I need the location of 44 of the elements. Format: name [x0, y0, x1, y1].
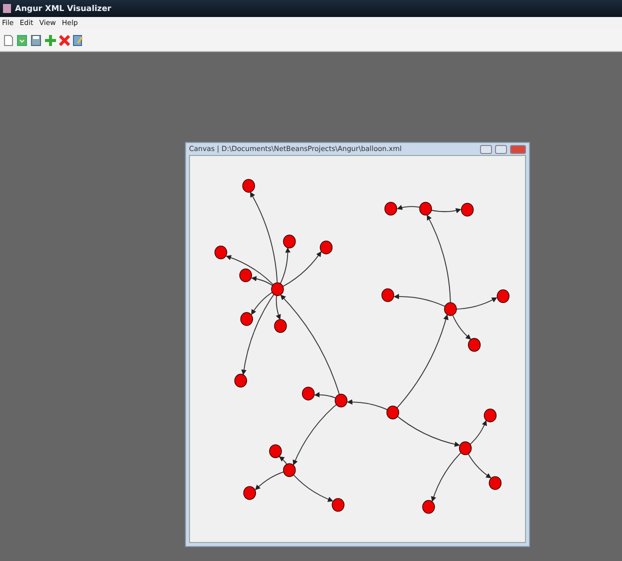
graph-node[interactable]	[243, 486, 256, 500]
graph-node[interactable]	[214, 246, 228, 260]
graph-node[interactable]	[271, 282, 284, 296]
toolbar-button[interactable]	[30, 33, 42, 47]
graph-node[interactable]	[488, 476, 502, 490]
toolbar-button[interactable]	[72, 33, 84, 47]
graph-node[interactable]	[283, 464, 296, 478]
download-icon	[17, 34, 27, 46]
graph-node[interactable]	[468, 338, 481, 352]
graph-node[interactable]	[444, 302, 457, 316]
graph-node[interactable]	[381, 288, 394, 302]
minimize-button[interactable]	[480, 144, 492, 154]
graph-node[interactable]	[242, 179, 256, 193]
window-title: Angur XML Visualizer	[15, 4, 112, 13]
save-icon	[31, 34, 41, 46]
graph-node[interactable]	[234, 374, 248, 388]
blank-page-icon	[4, 34, 12, 46]
delete-icon	[58, 34, 70, 46]
graph-node[interactable]	[384, 202, 398, 216]
graph-node[interactable]	[269, 444, 282, 458]
toolbar-button[interactable]	[16, 33, 28, 47]
graph-node[interactable]	[386, 406, 400, 420]
edit-document-icon	[73, 34, 83, 46]
graph-node[interactable]	[332, 498, 344, 512]
graph-node[interactable]	[283, 234, 296, 249]
toolbar-button[interactable]	[2, 33, 14, 47]
graph-node[interactable]	[320, 240, 333, 255]
plus-icon	[44, 34, 56, 46]
toolbar-button[interactable]	[44, 33, 56, 47]
graph-node[interactable]	[496, 290, 510, 304]
graph-node[interactable]	[274, 319, 287, 334]
graph-node[interactable]	[459, 442, 472, 456]
toolbar-button[interactable]	[58, 33, 70, 47]
app-icon	[3, 4, 11, 13]
graph-node[interactable]	[422, 500, 435, 514]
graph-node[interactable]	[484, 408, 497, 423]
graph-node[interactable]	[419, 202, 432, 216]
graph-node[interactable]	[334, 394, 348, 408]
graph-node[interactable]	[302, 387, 315, 401]
maximize-button[interactable]	[495, 144, 507, 154]
graph-node[interactable]	[240, 312, 254, 326]
graph-node[interactable]	[460, 203, 474, 217]
close-button[interactable]	[510, 144, 526, 154]
graph-node[interactable]	[239, 268, 252, 282]
